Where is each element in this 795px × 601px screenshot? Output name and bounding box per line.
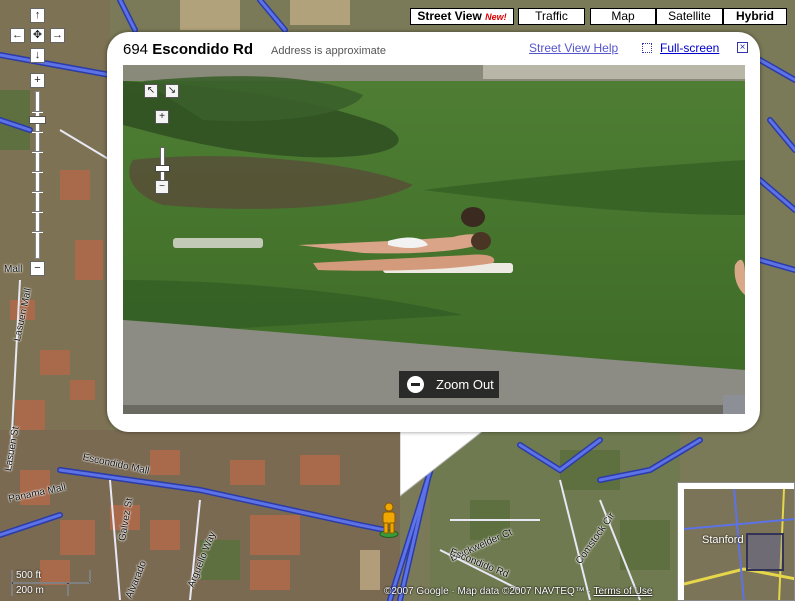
address-approx-note: Address is approximate <box>271 45 386 57</box>
terms-of-use-link[interactable]: Terms of Use <box>593 586 652 597</box>
satellite-button[interactable]: Satellite <box>656 8 723 25</box>
copyright-notice: ©2007 Google · Map data ©2007 NAVTEQ™ · … <box>384 586 652 597</box>
traffic-button[interactable]: Traffic <box>518 8 585 25</box>
street-view-pegman-icon[interactable] <box>378 502 400 538</box>
sv-zoom-in-button[interactable]: + <box>155 110 169 124</box>
scale-meters: 200 m <box>16 585 44 596</box>
street-view-panorama[interactable]: ↖ ↘ + − Zoom Out <box>123 65 745 414</box>
new-badge: New! <box>485 12 507 22</box>
zoom-out-overlay-button[interactable]: Zoom Out <box>399 371 499 398</box>
street-view-label: Street View <box>417 9 482 23</box>
overview-viewport-box[interactable] <box>746 533 784 571</box>
street-view-infowindow: 694 Escondido Rd Address is approximate … <box>107 32 760 432</box>
pan-down-button[interactable]: ↓ <box>30 48 45 63</box>
sv-zoom-slider-thumb[interactable] <box>155 165 170 172</box>
panorama-image <box>123 65 745 414</box>
hybrid-button[interactable]: Hybrid <box>723 8 787 25</box>
map-button[interactable]: Map <box>590 8 656 25</box>
close-icon[interactable]: × <box>737 42 748 53</box>
copyright-text: ©2007 Google · Map data ©2007 NAVTEQ™ · <box>384 586 594 597</box>
address-road: Escondido Rd <box>152 41 254 58</box>
fullscreen-icon[interactable] <box>642 43 652 53</box>
minus-circle-icon <box>407 376 424 393</box>
scale-feet: 500 ft <box>16 570 42 581</box>
recenter-button[interactable]: ✥ <box>30 28 45 43</box>
address-title: 694 Escondido Rd <box>123 41 253 58</box>
pan-left-button[interactable]: ← <box>10 28 25 43</box>
street-view-button[interactable]: Street View New! <box>410 8 514 25</box>
pan-rotate-right-button[interactable]: ↘ <box>165 84 179 98</box>
zoom-out-button[interactable]: − <box>30 261 45 276</box>
street-label: Mall <box>4 264 23 275</box>
pan-right-button[interactable]: → <box>50 28 65 43</box>
fullscreen-link[interactable]: Full-screen <box>660 41 719 55</box>
scale-bar: 500 ft 200 m <box>8 568 98 598</box>
zoom-in-button[interactable]: + <box>30 73 45 88</box>
pan-up-button[interactable]: ↑ <box>30 8 45 23</box>
overview-map[interactable]: Stanford <box>677 482 795 601</box>
zoom-out-label: Zoom Out <box>436 377 494 392</box>
pan-rotate-left-button[interactable]: ↖ <box>144 84 158 98</box>
map-canvas[interactable]: Escondido Mall Panama Mall Lasuen Mall L… <box>0 0 795 601</box>
infowindow-tail <box>400 428 486 497</box>
street-view-help-link[interactable]: Street View Help <box>529 41 618 55</box>
zoom-slider-thumb[interactable] <box>29 116 46 124</box>
overview-label: Stanford <box>702 534 744 546</box>
address-number: 694 <box>123 41 149 58</box>
sv-zoom-out-button[interactable]: − <box>155 180 169 194</box>
